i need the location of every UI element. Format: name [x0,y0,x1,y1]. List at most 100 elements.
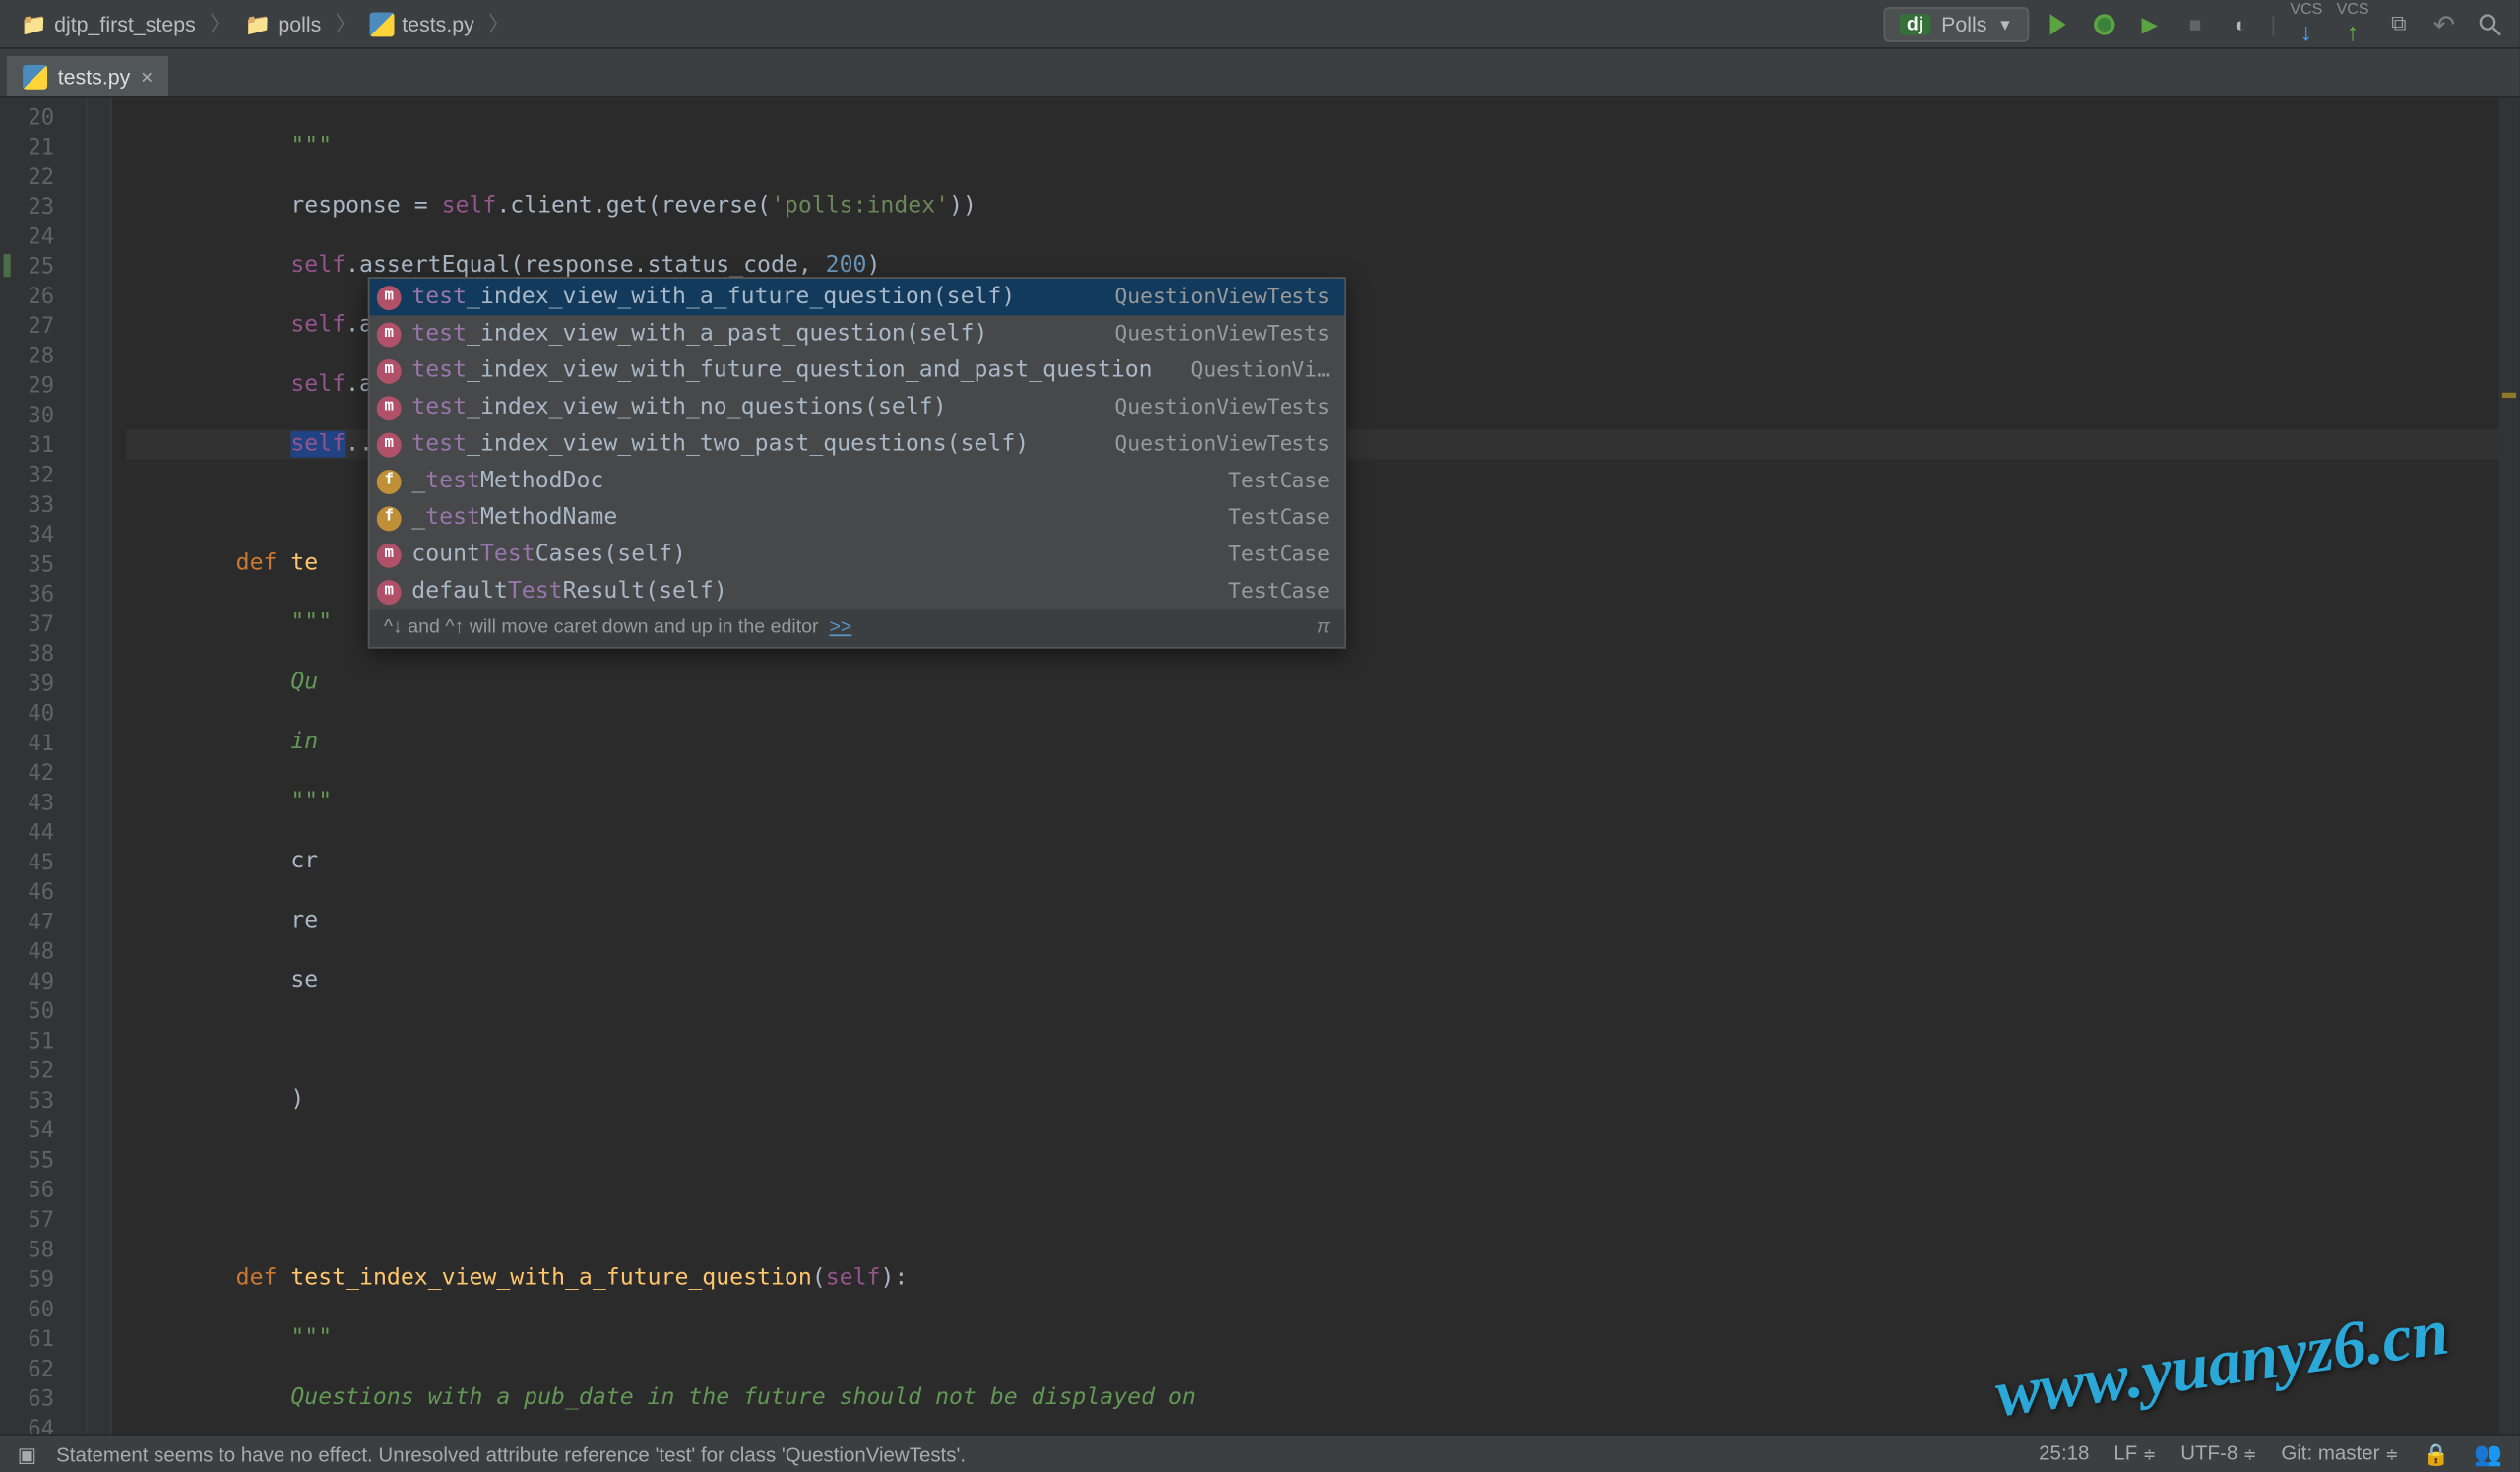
breadcrumb-file[interactable]: tests.py [363,8,481,39]
field-icon: f [377,506,402,531]
line-number[interactable]: 44 [0,816,86,846]
line-number[interactable]: 63 [0,1382,86,1412]
line-number[interactable]: 36 [0,578,86,608]
line-number[interactable]: 22 [0,161,86,191]
line-number[interactable]: 60 [0,1294,86,1323]
close-tab-button[interactable]: × [141,65,153,90]
search-button[interactable] [2474,8,2505,39]
code-area[interactable]: """ response = self.client.get(reverse('… [112,98,2520,1434]
completion-item[interactable]: f_testMethodDocTestCase [370,463,1345,499]
completion-item[interactable]: mdefaultTestResult(self)TestCase [370,573,1345,609]
line-number[interactable]: 47 [0,906,86,935]
completion-item[interactable]: mcountTestCases(self)TestCase [370,537,1345,573]
line-number[interactable]: 45 [0,847,86,876]
status-bar: ▣ Statement seems to have no effect. Unr… [0,1434,2520,1472]
line-number[interactable]: 24 [0,221,86,250]
completion-hint-link[interactable]: >> [829,617,851,638]
line-number[interactable]: 55 [0,1144,86,1174]
completion-item[interactable]: mtest_index_view_with_future_question_an… [370,352,1345,389]
line-number[interactable]: 62 [0,1353,86,1382]
stop-button[interactable]: ■ [2179,8,2211,39]
breadcrumb-root[interactable]: djtp_first_steps [14,8,203,39]
line-number[interactable]: 48 [0,936,86,966]
line-number[interactable]: 21 [0,132,86,161]
run-coverage-button[interactable]: ▶ [2134,8,2166,39]
completion-item[interactable]: mtest_index_view_with_two_past_questions… [370,426,1345,463]
breadcrumb-folder[interactable]: polls [238,8,329,39]
line-number[interactable]: 37 [0,608,86,638]
line-number[interactable]: 23 [0,191,86,221]
line-number[interactable]: 40 [0,697,86,727]
vcs-label: VCS [2337,2,2369,18]
bookmark-button[interactable]: ◐ [2225,8,2256,39]
git-branch[interactable]: Git: master ≑ [2281,1443,2398,1464]
line-number[interactable]: 32 [0,459,86,488]
line-number[interactable]: 41 [0,728,86,757]
search-icon [2476,10,2503,37]
method-icon: m [377,432,402,457]
completion-item[interactable]: mtest_index_view_with_no_questions(self)… [370,389,1345,425]
line-number[interactable]: 26 [0,281,86,310]
line-number[interactable]: 52 [0,1056,86,1085]
breadcrumb-label: tests.py [402,12,474,36]
completion-origin: TestCase [1228,575,1330,608]
line-number[interactable]: 30 [0,400,86,429]
error-stripe[interactable] [2498,98,2519,1434]
line-separator[interactable]: LF ≑ [2113,1443,2156,1464]
line-number[interactable]: 28 [0,340,86,369]
completion-label: _testMethodDoc [411,465,603,498]
vcs-update-button[interactable]: VCS ↓ [2290,2,2322,46]
line-number[interactable]: 58 [0,1234,86,1263]
line-number[interactable]: 54 [0,1115,86,1144]
revert-button[interactable]: ↶ [2428,8,2460,39]
line-number[interactable]: 35 [0,548,86,578]
line-number[interactable]: 57 [0,1204,86,1234]
line-number[interactable]: 59 [0,1263,86,1293]
run-config-name: Polls [1941,12,1986,36]
line-number[interactable]: 50 [0,995,86,1025]
line-number[interactable]: 53 [0,1085,86,1115]
pi-icon: π [1317,613,1330,643]
completion-label: _testMethodName [411,501,617,535]
completion-label: countTestCases(self) [411,538,686,571]
line-number[interactable]: 29 [0,370,86,400]
run-button[interactable] [2043,8,2074,39]
caret-position[interactable]: 25:18 [2039,1443,2089,1464]
line-number[interactable]: 43 [0,787,86,816]
line-number[interactable]: 25 [0,251,86,281]
vcs-label: VCS [2290,2,2322,18]
completion-item[interactable]: mtest_index_view_with_a_future_question(… [370,279,1345,315]
file-encoding[interactable]: UTF-8 ≑ [2180,1443,2256,1464]
completion-item[interactable]: mtest_index_view_with_a_past_question(se… [370,315,1345,352]
warning-marker[interactable] [2502,392,2516,397]
line-number[interactable]: 46 [0,876,86,906]
readonly-toggle[interactable]: 🔒 [2423,1441,2449,1466]
code-completion-popup[interactable]: mtest_index_view_with_a_future_question(… [368,277,1346,648]
completion-item[interactable]: f_testMethodNameTestCase [370,499,1345,536]
show-history-button[interactable]: ⧉ [2383,8,2415,39]
file-tab[interactable]: tests.py × [7,56,168,96]
line-number[interactable]: 34 [0,519,86,548]
line-number[interactable]: 56 [0,1175,86,1204]
line-number[interactable]: 49 [0,966,86,995]
debug-button[interactable] [2088,8,2119,39]
completion-origin: QuestionViewTests [1114,281,1330,314]
run-configuration-selector[interactable]: dj Polls ▼ [1884,6,2029,41]
vcs-commit-button[interactable]: VCS ↑ [2337,2,2369,46]
editor: 2021222324252627282930313233343536373839… [0,98,2520,1434]
ide-talk-icon[interactable]: 👥 [2474,1440,2502,1467]
line-number[interactable]: 33 [0,489,86,519]
line-number[interactable]: 20 [0,101,86,131]
line-number[interactable]: 51 [0,1025,86,1055]
field-icon: f [377,469,402,493]
line-number[interactable]: 39 [0,668,86,697]
line-number[interactable]: 27 [0,310,86,340]
line-number-gutter[interactable]: 2021222324252627282930313233343536373839… [0,98,88,1434]
line-number[interactable]: 61 [0,1323,86,1353]
line-number[interactable]: 42 [0,757,86,787]
line-number[interactable]: 38 [0,638,86,668]
arrow-up-icon: ↑ [2347,18,2359,45]
fold-gutter[interactable] [88,98,112,1434]
line-number[interactable]: 31 [0,429,86,459]
status-message: ▣ Statement seems to have no effect. Unr… [18,1441,966,1466]
